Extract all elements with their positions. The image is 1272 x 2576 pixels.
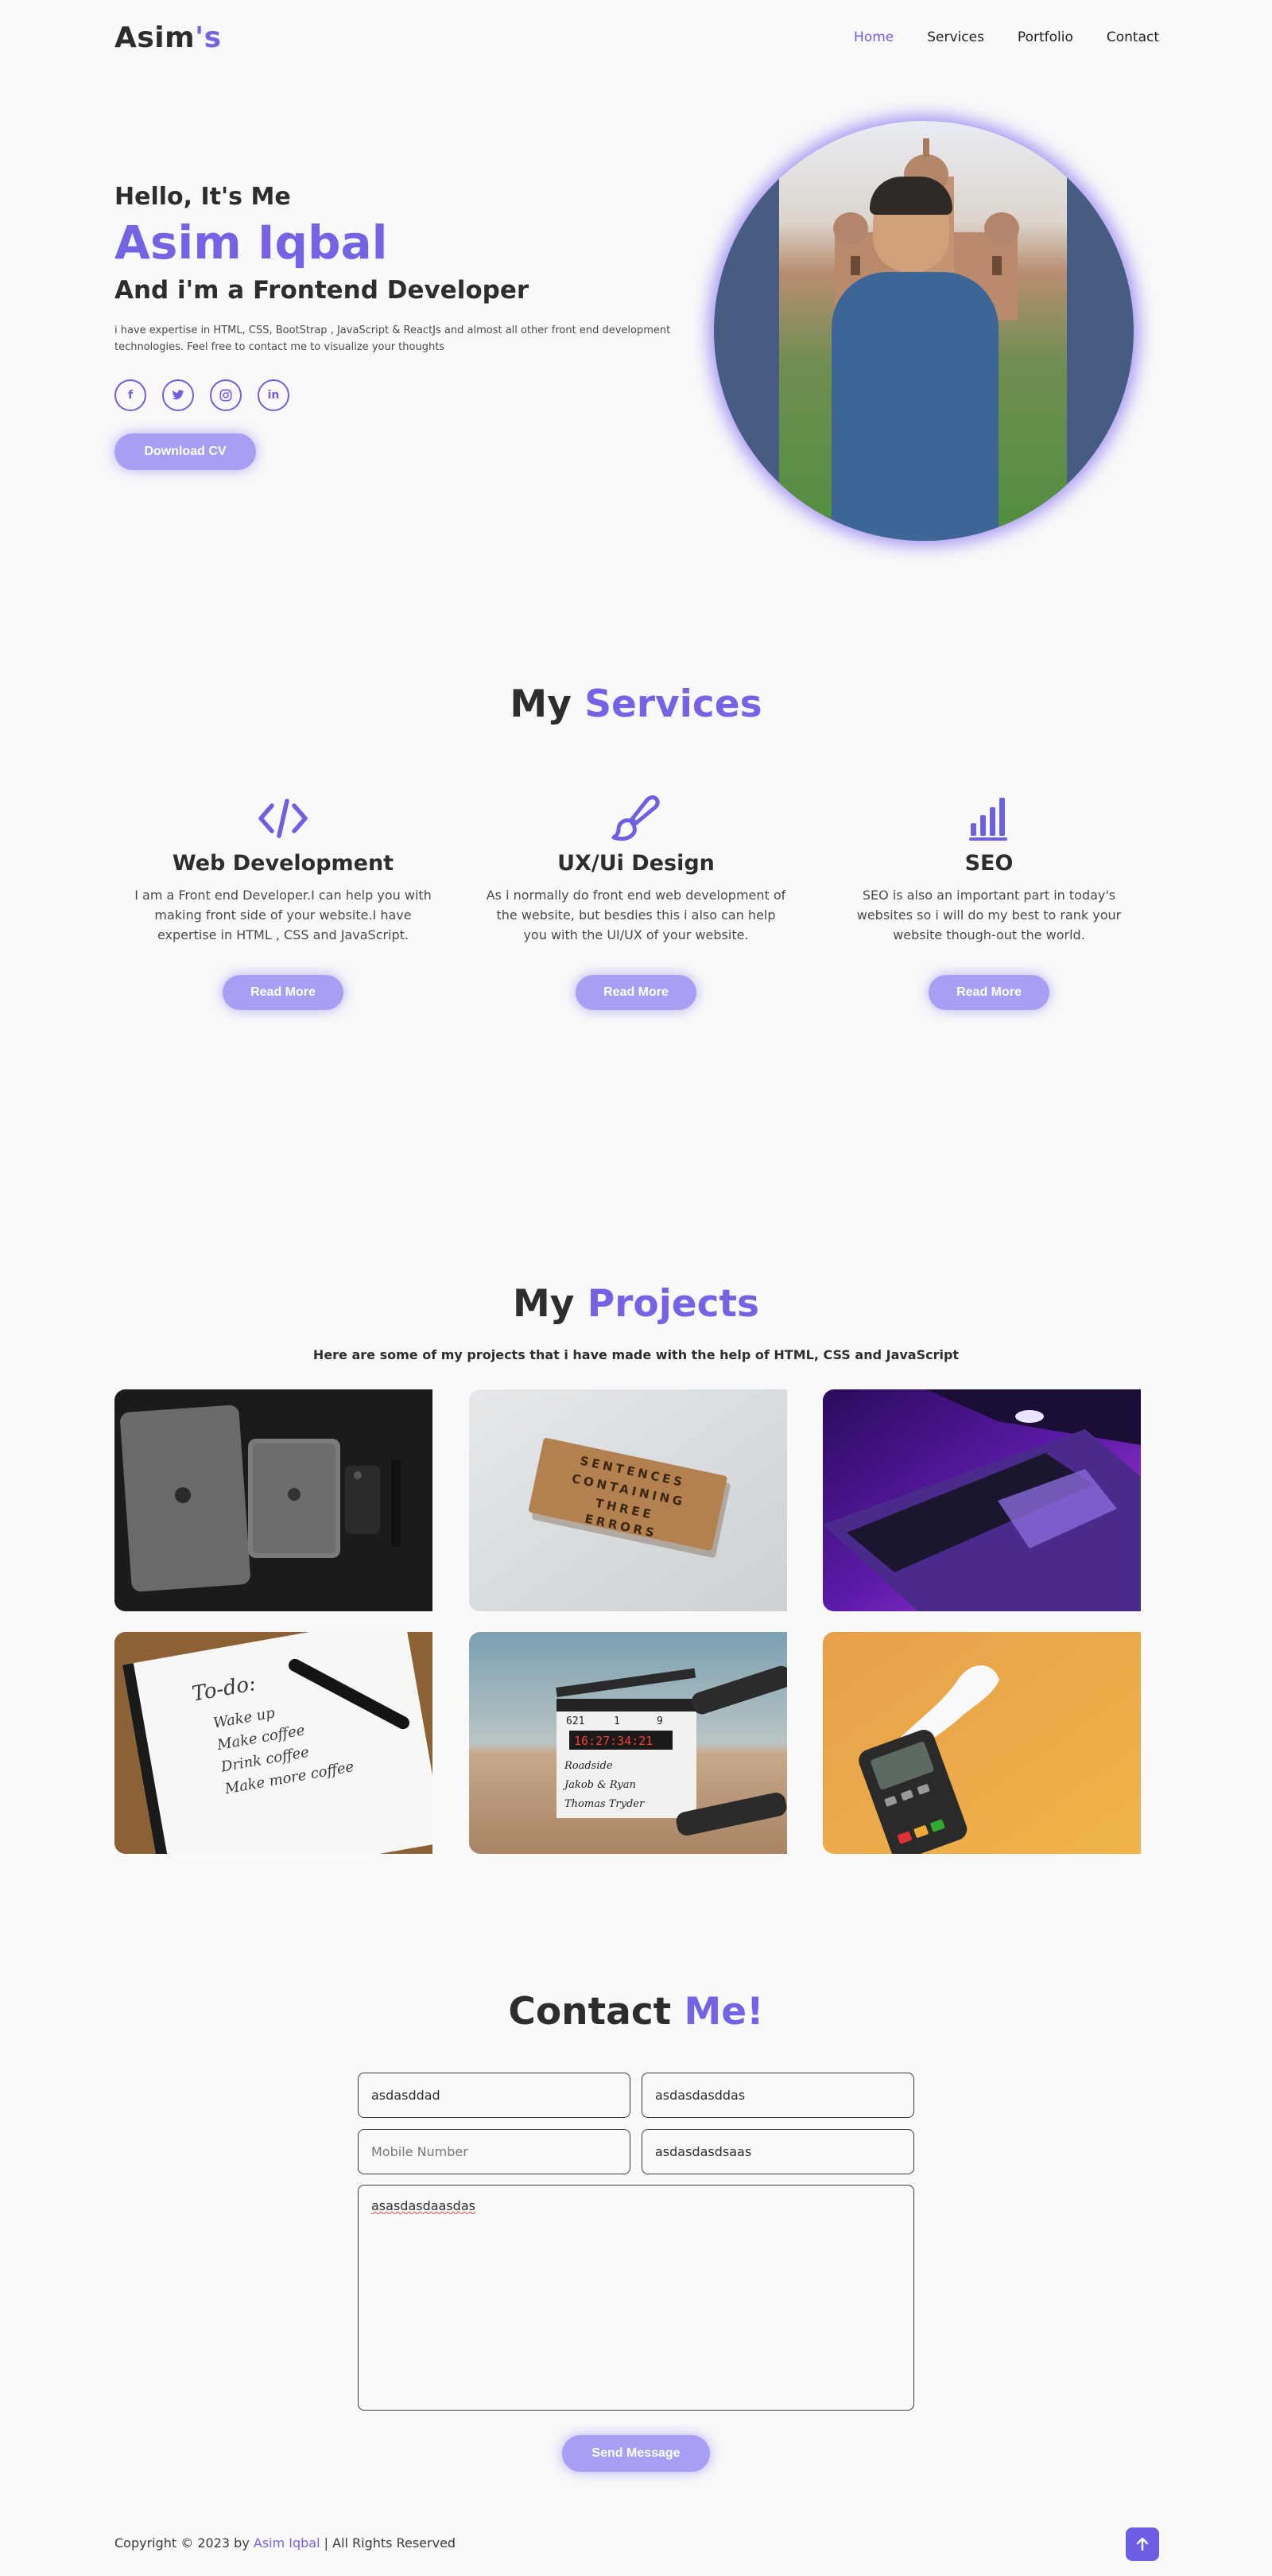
service-card-ux-design: UX/Ui Design As i normally do front end …	[475, 794, 797, 1010]
site-logo[interactable]: Asim's	[114, 21, 222, 54]
services-title-main: My	[510, 682, 585, 726]
twitter-icon[interactable]	[162, 379, 194, 411]
nav-link-home[interactable]: Home	[854, 29, 894, 45]
services-title-accent: Services	[584, 682, 762, 726]
linkedin-icon[interactable]: in	[258, 379, 289, 411]
instagram-icon[interactable]	[210, 379, 242, 411]
facebook-icon[interactable]: f	[114, 379, 146, 411]
projects-title-accent: Projects	[587, 1282, 759, 1326]
service-title: Web Development	[172, 851, 394, 876]
person-body	[832, 272, 999, 541]
subject-input[interactable]	[642, 2129, 914, 2174]
todo-notebook-image: To-do: Wake up Make coffee Drink coffee …	[114, 1632, 432, 1854]
navbar: Asim's Home Services Portfolio Contact	[114, 17, 1159, 57]
laptop-purple-image	[823, 1389, 1141, 1611]
film-clapperboard-image: 621 1 9 16:27:34:21 Roadside Jakob & Rya…	[469, 1632, 787, 1854]
arrow-up-icon	[1136, 2537, 1149, 2551]
clapper-roll: 9	[657, 1715, 663, 1727]
contact-title-accent: Me!	[684, 1990, 764, 2034]
name-input[interactable]	[358, 2073, 630, 2118]
hero-greeting: Hello, It's Me	[114, 183, 291, 211]
project-image-scrabble-tiles[interactable]: SENTENCES CONTAINING THREE ERRORS	[469, 1389, 787, 1611]
clapper-director: Jakob & Ryan	[562, 1779, 636, 1791]
read-more-button[interactable]: Read More	[223, 975, 343, 1010]
read-more-button[interactable]: Read More	[576, 975, 696, 1010]
nav-link-services[interactable]: Services	[927, 29, 984, 45]
hero-intro: i have expertise in HTML, CSS, BootStrap…	[114, 324, 671, 353]
nav-links: Home Services Portfolio Contact	[854, 29, 1159, 45]
service-title: SEO	[964, 851, 1014, 876]
message-textarea[interactable]: asasdasdaasdas	[358, 2185, 914, 2411]
mobile-number-input[interactable]	[358, 2129, 630, 2174]
project-image-apple-devices[interactable]	[114, 1389, 432, 1611]
clapper-timecode: 16:27:34:21	[574, 1734, 653, 1748]
social-links: f in	[114, 379, 719, 411]
signal-bars-icon	[828, 794, 1150, 843]
send-message-button[interactable]: Send Message	[562, 2435, 710, 2472]
project-image-clapperboard[interactable]: 621 1 9 16:27:34:21 Roadside Jakob & Rya…	[469, 1632, 787, 1854]
clapper-camera: Thomas Tryder	[564, 1798, 645, 1810]
copyright-name-link[interactable]: Asim Iqbal	[254, 2535, 320, 2551]
code-icon	[122, 794, 444, 843]
logo-accent: 's	[195, 21, 222, 54]
projects-subtitle: Here are some of my projects that i have…	[312, 1347, 960, 1362]
hero-role: And i'm a Frontend Developer	[114, 276, 529, 305]
footer-copyright: Copyright © 2023 by Asim Iqbal | All Rig…	[114, 2535, 456, 2551]
clapper-take: 1	[614, 1715, 620, 1727]
logo-main: Asim	[114, 21, 196, 54]
service-description: As i normally do front end web developme…	[486, 888, 786, 942]
service-card-seo: SEO SEO is also an important part in tod…	[828, 794, 1150, 1010]
contact-title-main: Contact	[508, 1990, 684, 2034]
profile-photo	[779, 121, 1067, 541]
nav-link-portfolio[interactable]: Portfolio	[1018, 29, 1073, 45]
project-image-todo-notebook[interactable]: To-do: Wake up Make coffee Drink coffee …	[114, 1632, 432, 1854]
clapper-production: Roadside	[564, 1760, 613, 1772]
contact-title: Contact Me!	[0, 1990, 1272, 2034]
copyright-suffix: | All Rights Reserved	[320, 2535, 456, 2551]
scroll-to-top-button[interactable]	[1126, 2527, 1159, 2561]
scrabble-tiles-image: SENTENCES CONTAINING THREE ERRORS	[469, 1389, 787, 1611]
apple-devices-image	[114, 1389, 432, 1611]
email-input[interactable]	[642, 2073, 914, 2118]
read-more-button[interactable]: Read More	[929, 975, 1049, 1010]
projects-title-main: My	[513, 1282, 588, 1326]
services-title: My Services	[0, 682, 1272, 726]
hero-section: Hello, It's Me Asim Iqbal And i'm a Fron…	[114, 183, 719, 470]
download-cv-button[interactable]: Download CV	[114, 433, 256, 470]
service-description: SEO is also an important part in today's…	[856, 888, 1122, 942]
copyright-prefix: Copyright © 2023 by	[114, 2535, 254, 2551]
hero-name: Asim Iqbal	[114, 216, 388, 270]
project-image-laptop[interactable]	[823, 1389, 1141, 1611]
nav-link-contact[interactable]: Contact	[1107, 29, 1159, 45]
service-card-web-development: Web Development I am a Front end Develop…	[122, 794, 444, 1010]
service-title: UX/Ui Design	[557, 851, 715, 876]
service-description: I am a Front end Developer.I can help yo…	[134, 888, 432, 942]
hero-profile-photo	[714, 121, 1134, 541]
card-machine-image	[823, 1632, 1141, 1854]
projects-title: My Projects	[0, 1282, 1272, 1326]
paintbrush-icon	[475, 794, 797, 843]
project-image-card-machine[interactable]	[823, 1632, 1141, 1854]
clapper-scene: 621	[566, 1715, 584, 1727]
